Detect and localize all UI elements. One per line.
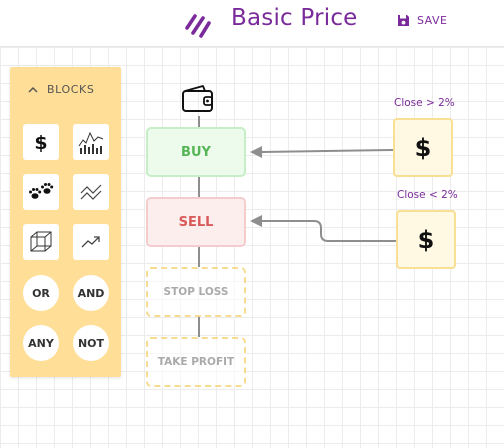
wallet-icon [182,85,213,112]
dollar-icon: $ [414,133,432,162]
sell-node[interactable]: SELL [146,197,246,247]
dollar-icon: $ [417,225,435,254]
price-condition-sell[interactable]: $ [396,210,456,269]
take-profit-node[interactable]: TAKE PROFIT [146,337,246,387]
price-condition-buy[interactable]: $ [393,118,453,177]
buy-node[interactable]: BUY [146,127,246,177]
condition-label-sell: Close < 2% [397,189,458,201]
stop-loss-node[interactable]: STOP LOSS [146,267,246,317]
condition-label-buy: Close > 2% [394,97,455,109]
